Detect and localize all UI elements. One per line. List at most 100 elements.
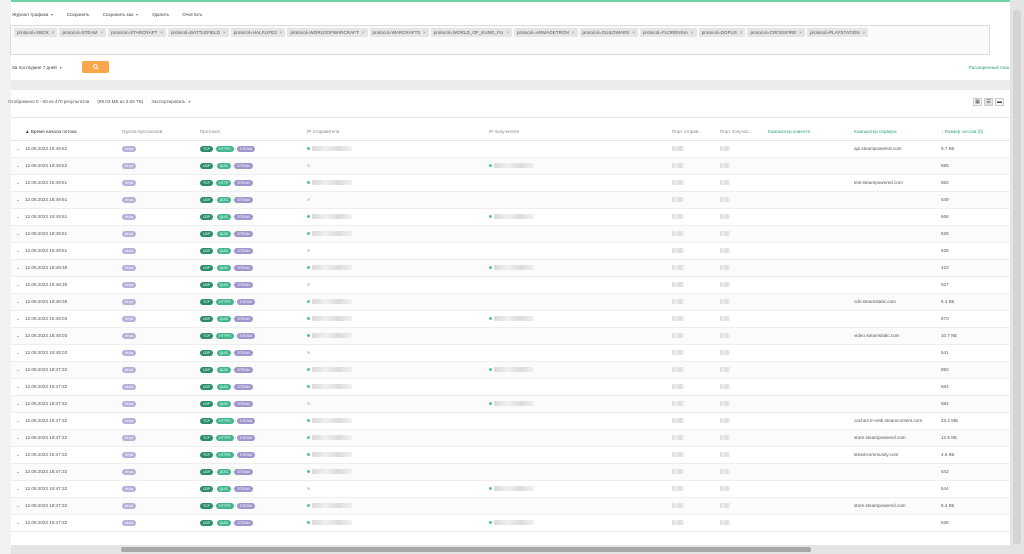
filter-chip[interactable]: protocol=STEAM × xyxy=(59,28,107,37)
table-row[interactable]: ⌄ 12.08.2023 18:48:38 Игры TCP › HTTPS › STEAM c… xyxy=(11,293,1024,311)
export-menu[interactable]: Экспортировать ▼ xyxy=(151,99,191,104)
chevron-down-icon[interactable]: ⌄ xyxy=(16,452,20,457)
column-header[interactable]: Компьютер сервера xyxy=(852,124,939,141)
close-icon[interactable]: × xyxy=(423,30,426,35)
filter-chip[interactable]: protocol=FLORENSIA × xyxy=(639,28,697,37)
advanced-search-link[interactable]: Расширенный поиск xyxy=(969,65,1012,70)
search-button[interactable] xyxy=(82,61,109,73)
list-view-icon[interactable]: ☰ xyxy=(984,98,993,106)
delete-button[interactable]: Удалить xyxy=(152,12,170,17)
filter-chip[interactable]: protocol=WARCRAFT3 × xyxy=(369,28,429,37)
close-icon[interactable]: × xyxy=(632,30,635,35)
period-select[interactable]: За последние 7 дней ▼ xyxy=(12,65,62,70)
chevron-down-icon[interactable]: ⌄ xyxy=(16,316,20,321)
column-header[interactable]: IP отправителя xyxy=(305,124,487,141)
chevron-down-icon[interactable]: ⌄ xyxy=(16,248,20,253)
close-icon[interactable]: × xyxy=(280,30,283,35)
filter-chip[interactable]: protocol=BATTLEFIELD × xyxy=(167,28,229,37)
table-row[interactable]: ⌄ 12.08.2023 18:48:03 Игры UDP › QUIC › STEAM 67… xyxy=(11,310,1024,328)
table-row[interactable]: ⌄ 12.08.2023 18:47:32 Игры UDP › QUIC › STEAM 53… xyxy=(11,514,1024,532)
chevron-down-icon[interactable]: ⌄ xyxy=(16,418,20,423)
chevron-down-icon[interactable]: ⌄ xyxy=(16,180,20,185)
table-row[interactable]: ⌄ 12.08.2023 18:47:32 Игры TCP › HTTPS › STEAM s… xyxy=(11,497,1024,515)
chevron-down-icon[interactable]: ⌄ xyxy=(16,282,20,287)
table-row[interactable]: ⌄ 12.08.2023 18:47:32 Игры TCP › HTTPS › STEAM c… xyxy=(11,412,1024,430)
table-row[interactable]: ⌄ 12.08.2023 18:49:51 Игры UDP › QUIC › STEAM 52… xyxy=(11,242,1024,260)
close-icon[interactable]: × xyxy=(799,30,802,35)
filter-input[interactable]: protocol=XBOX × protocol=STEAM × protocol=ST… xyxy=(10,25,990,55)
column-header[interactable] xyxy=(11,124,23,141)
filter-chip[interactable]: protocol=WORLD_OF_KUNG_FU × xyxy=(430,28,512,37)
column-header[interactable]: Порт отправ... xyxy=(670,124,718,141)
save-as-menu[interactable]: Сохранить как ▼ xyxy=(103,12,139,17)
close-icon[interactable]: × xyxy=(362,30,365,35)
scrollbar-thumb[interactable] xyxy=(121,547,811,552)
table-row[interactable]: ⌄ 12.08.2023 18:49:52 Игры UDP › QUIC › STEAM 68… xyxy=(11,157,1024,175)
close-icon[interactable]: × xyxy=(506,30,509,35)
chevron-down-icon[interactable]: ⌄ xyxy=(16,384,20,389)
table-row[interactable]: ⌄ 12.08.2023 18:47:32 Игры UDP › QUIC › STEAM 66… xyxy=(11,378,1024,396)
clear-button[interactable]: Очистить xyxy=(182,12,202,17)
chevron-down-icon[interactable]: ⌄ xyxy=(16,214,20,219)
chevron-down-icon[interactable]: ⌄ xyxy=(16,469,20,474)
filter-chip[interactable]: protocol=DOFUS × xyxy=(698,28,746,37)
close-icon[interactable]: × xyxy=(160,30,163,35)
table-row[interactable]: ⌄ 12.08.2023 18:49:51 Игры UDP › QUIC › STEAM 66… xyxy=(11,208,1024,226)
table-row[interactable]: ⌄ 12.08.2023 18:47:32 Игры UDP › QUIC › STEAM 64… xyxy=(11,480,1024,498)
filter-chip[interactable]: protocol=ARMAGETRON × xyxy=(513,28,578,37)
vertical-scrollbar[interactable] xyxy=(1010,0,1024,554)
scrollbar-thumb[interactable] xyxy=(1013,10,1021,544)
filter-chip[interactable]: protocol=PLAYSTATION × xyxy=(807,28,869,37)
column-header[interactable]: ▲ Время начала потока xyxy=(23,124,120,141)
table-row[interactable]: ⌄ 12.08.2023 18:49:51 Игры UDP › QUIC › STEAM 54… xyxy=(11,191,1024,209)
filter-chip[interactable]: protocol=XBOX × xyxy=(14,28,58,37)
table-row[interactable]: ⌄ 12.08.2023 18:47:32 Игры TCP › HTTPS › STEAM s… xyxy=(11,429,1024,447)
filter-chip[interactable]: protocol=WORLDOFWARCRAFT × xyxy=(287,28,368,37)
chevron-down-icon[interactable]: ⌄ xyxy=(16,520,20,525)
chevron-down-icon[interactable]: ⌄ xyxy=(16,163,20,168)
chevron-down-icon[interactable]: ⌄ xyxy=(16,265,20,270)
table-row[interactable]: ⌄ 12.08.2023 18:47:32 Игры UDP › QUIC › STEAM 89… xyxy=(11,361,1024,379)
chevron-down-icon[interactable]: ⌄ xyxy=(16,197,20,202)
grid-view-icon[interactable]: ▦ xyxy=(973,98,982,106)
chevron-down-icon[interactable]: ⌄ xyxy=(16,231,20,236)
table-row[interactable]: ⌄ 12.08.2023 18:47:32 Игры UDP › QUIC › STEAM 54… xyxy=(11,463,1024,481)
table-row[interactable]: ⌄ 12.08.2023 18:49:51 Игры TCP › HTTP › STEAM te… xyxy=(11,174,1024,192)
column-header[interactable]: Группа протоколов xyxy=(120,124,198,141)
save-button[interactable]: Сохранить xyxy=(67,12,90,17)
close-icon[interactable]: × xyxy=(223,30,226,35)
folder-icon[interactable]: ▬ xyxy=(995,98,1004,106)
chevron-down-icon[interactable]: ⌄ xyxy=(16,146,20,151)
chevron-down-icon[interactable]: ⌄ xyxy=(16,435,20,440)
table-row[interactable]: ⌄ 12.08.2023 18:48:03 Игры UDP › QUIC › STEAM 54… xyxy=(11,344,1024,362)
column-header[interactable]: Порт получат... xyxy=(718,124,766,141)
chevron-down-icon[interactable]: ⌄ xyxy=(16,350,20,355)
table-row[interactable]: ⌄ 12.08.2023 18:49:52 Игры TCP › HTTPS › STEAM a… xyxy=(11,140,1024,158)
filter-chip[interactable]: protocol=GUILDWARS × xyxy=(579,28,638,37)
column-header[interactable]: Протокол xyxy=(198,124,305,141)
close-icon[interactable]: × xyxy=(572,30,575,35)
table-row[interactable]: ⌄ 12.08.2023 18:47:32 Игры TCP › HTTPS › STEAM s… xyxy=(11,446,1024,464)
chevron-down-icon[interactable]: ⌄ xyxy=(16,299,20,304)
close-icon[interactable]: × xyxy=(52,30,55,35)
history-menu[interactable]: Журнал трафика ▼ xyxy=(12,12,54,17)
column-header[interactable]: Компьютер клиента xyxy=(766,124,852,141)
horizontal-scrollbar[interactable] xyxy=(11,545,1010,554)
chevron-down-icon[interactable]: ⌄ xyxy=(16,401,20,406)
chevron-down-icon[interactable]: ⌄ xyxy=(16,367,20,372)
table-row[interactable]: ⌄ 12.08.2023 18:48:38 Игры UDP › QUIC › STEAM 42… xyxy=(11,259,1024,277)
filter-chip[interactable]: protocol=CROSSFIRE × xyxy=(747,28,805,37)
table-row[interactable]: ⌄ 12.08.2023 18:48:03 Игры TCP › HTTPS › STEAM v… xyxy=(11,327,1024,345)
table-row[interactable]: ⌄ 12.08.2023 18:48:38 Игры UDP › QUIC › STEAM 92… xyxy=(11,276,1024,294)
column-header[interactable]: IP получателя xyxy=(487,124,670,141)
chevron-down-icon[interactable]: ⌄ xyxy=(16,503,20,508)
chevron-down-icon[interactable]: ⌄ xyxy=(16,486,20,491)
close-icon[interactable]: × xyxy=(100,30,103,35)
table-row[interactable]: ⌄ 12.08.2023 18:47:32 Игры UDP › QUIC › STEAM 58… xyxy=(11,395,1024,413)
close-icon[interactable]: × xyxy=(863,30,866,35)
filter-chip[interactable]: protocol=STARCRAFT × xyxy=(108,28,166,37)
close-icon[interactable]: × xyxy=(740,30,743,35)
chevron-down-icon[interactable]: ⌄ xyxy=(16,333,20,338)
table-row[interactable]: ⌄ 12.08.2023 18:49:51 Игры UDP › QUIC › STEAM 62… xyxy=(11,225,1024,243)
close-icon[interactable]: × xyxy=(691,30,694,35)
